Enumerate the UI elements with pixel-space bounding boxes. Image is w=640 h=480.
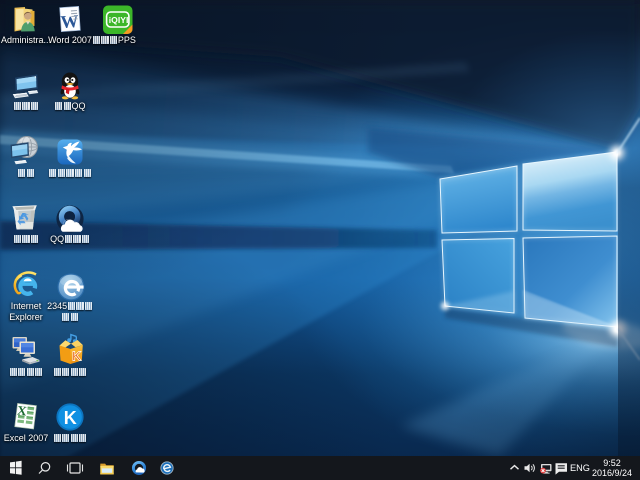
svg-text:K: K bbox=[64, 408, 77, 428]
svg-text:K: K bbox=[72, 349, 82, 364]
svg-text:iQIYI: iQIYI bbox=[109, 15, 129, 25]
svg-text:W: W bbox=[60, 11, 79, 32]
